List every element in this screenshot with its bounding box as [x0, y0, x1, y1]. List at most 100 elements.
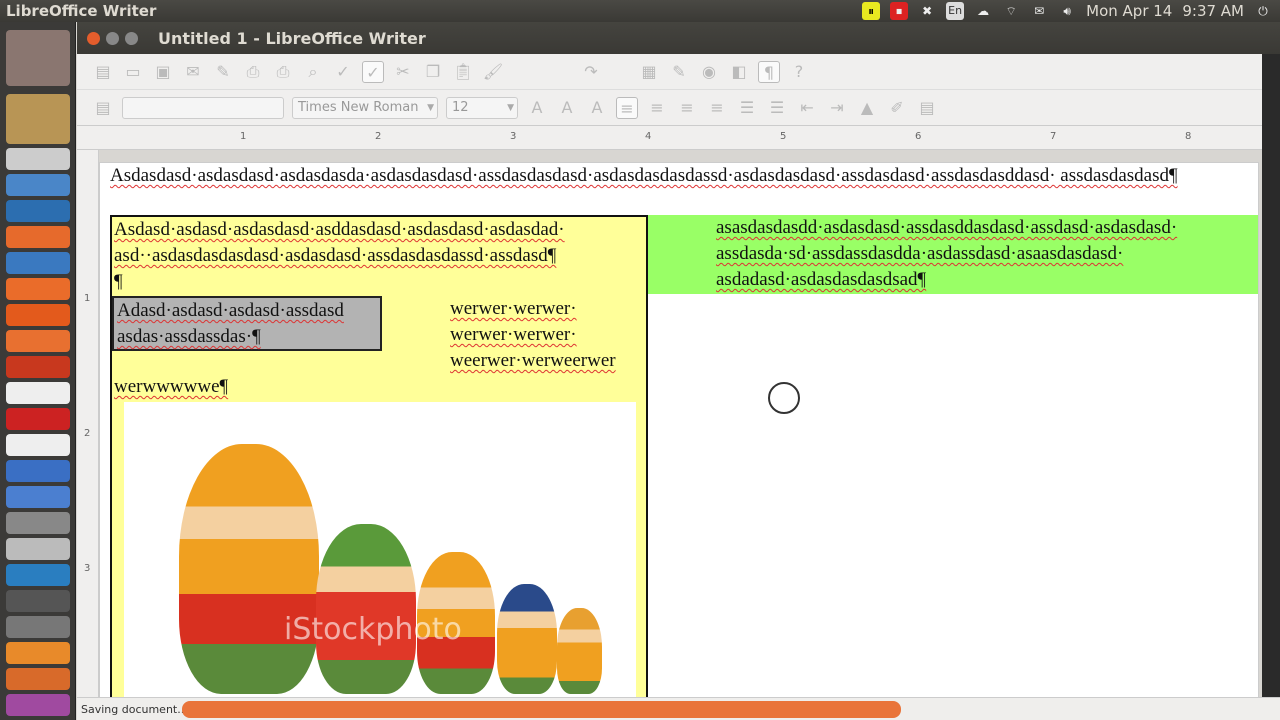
decrease-indent-icon[interactable]: ⇤ — [796, 97, 818, 119]
edit-file-icon[interactable]: ✎ — [212, 61, 234, 83]
paragraph[interactable]: werwwwwwe¶ — [114, 374, 228, 400]
pause-record-icon[interactable]: ⏸ — [862, 2, 881, 20]
maximize-button[interactable] — [125, 31, 138, 45]
paragraph[interactable]: Asdasd·asdasd·asdasdasd·asddasdasd·asdas… — [114, 217, 644, 269]
frame-text[interactable]: Asdasd·asdasd·asdasdasd·asddasdasd·asdas… — [114, 217, 644, 295]
spellcheck-icon[interactable]: ✓ — [332, 61, 354, 83]
navigator-icon[interactable]: ◉ — [698, 61, 720, 83]
launcher-app-icon[interactable] — [6, 252, 70, 274]
redo-icon[interactable]: ↷ — [580, 61, 602, 83]
autospellcheck-icon[interactable]: ✓ — [362, 60, 384, 83]
launcher-app-icon[interactable] — [6, 356, 70, 378]
yellow-frame[interactable]: Asdasd·asdasd·asdasdasd·asddasdasd·asdas… — [110, 215, 650, 700]
matryoshka-image[interactable]: iStockphoto — [124, 402, 636, 700]
paragraph-style-combo[interactable] — [122, 96, 284, 119]
formatting-toolbar: ▤ Times New Roman ▼ 12 ▼ A A A ≡ ≡ ≡ ≡ ☰ ☰… — [77, 90, 1262, 126]
paragraph[interactable]: Asdasdasd·asdasdasd·asdasdasda·asdasdasd… — [110, 163, 1240, 189]
open-icon[interactable]: ▭ — [122, 61, 144, 83]
grey-text-box[interactable]: Adasd·asdasd·asdasd·assdasd asdas·assdas… — [112, 296, 382, 351]
copy-icon[interactable]: ❐ — [422, 61, 444, 83]
font-name-combo[interactable]: Times New Roman ▼ — [292, 96, 438, 119]
full-circle-magazine-icon[interactable] — [6, 434, 70, 456]
file-search-icon[interactable] — [6, 94, 70, 144]
clone-formatting-icon[interactable]: 🖌︎ — [482, 61, 504, 83]
print-preview-icon[interactable]: ⌕ — [302, 61, 324, 83]
settings-icon[interactable] — [6, 538, 70, 560]
cut-icon[interactable]: ✂ — [392, 61, 414, 83]
draw-icon[interactable]: ✎ — [668, 61, 690, 83]
side-text[interactable]: werwer·werwer· werwer·werwer· weerwer·we… — [450, 296, 650, 374]
amazon-icon[interactable] — [6, 330, 70, 352]
full-circle-magazine-icon[interactable] — [6, 382, 70, 404]
launcher-app-icon[interactable] — [6, 486, 70, 508]
doll — [179, 444, 319, 694]
help-icon[interactable]: ? — [788, 61, 810, 83]
gallery-icon[interactable]: ◧ — [728, 61, 750, 83]
dropbox-icon[interactable]: ✖ — [918, 2, 936, 20]
email-icon[interactable]: ✉ — [182, 61, 204, 83]
launcher-app-icon[interactable] — [6, 512, 70, 534]
system-tray: ⏸ ⏹ ✖ En ☁ ⌔ ✉ 🔊︎ Mon Apr 14 9:37 AM ⏻ — [862, 0, 1272, 22]
cloud-icon[interactable]: ☁ — [974, 2, 992, 20]
ruler-mark: 2 — [84, 428, 91, 439]
keyboard-icon[interactable]: En — [946, 2, 965, 20]
increase-indent-icon[interactable]: ⇥ — [826, 97, 848, 119]
save-icon[interactable]: ▣ — [152, 61, 174, 83]
launcher-app-icon[interactable] — [6, 460, 70, 482]
launcher-app-icon[interactable] — [6, 694, 70, 716]
minimize-button[interactable] — [106, 31, 119, 45]
clock[interactable]: 9:37 AM — [1182, 2, 1244, 20]
font-color-icon[interactable]: ▲ — [856, 97, 878, 119]
linkedin-icon[interactable] — [6, 564, 70, 586]
power-icon[interactable]: ⏻ — [1254, 2, 1272, 20]
launcher-app-icon[interactable] — [6, 278, 70, 300]
font-size-combo[interactable]: 12 ▼ — [446, 96, 518, 119]
ruler-mark: 4 — [645, 131, 652, 142]
volume-icon[interactable]: 🔊︎ — [1058, 2, 1076, 20]
launcher-app-icon[interactable] — [6, 616, 70, 638]
window-titlebar: Untitled 1 - LibreOffice Writer — [77, 22, 1280, 54]
bold-icon[interactable]: A — [526, 97, 548, 119]
print-icon[interactable]: ⎙ — [272, 61, 294, 83]
justify-icon[interactable]: ≡ — [706, 97, 728, 119]
vertical-ruler[interactable]: 1 2 3 — [77, 150, 99, 697]
align-left-icon[interactable]: ≡ — [616, 96, 638, 119]
horizontal-ruler[interactable]: 1 2 3 4 5 6 7 8 — [77, 126, 1262, 150]
firefox-icon[interactable] — [6, 226, 70, 248]
background-color-icon[interactable]: ▤ — [916, 97, 938, 119]
green-frame[interactable]: asasdasdasdd·asdasdasd·assdasddasdasd·as… — [648, 215, 1258, 294]
vlc-icon[interactable] — [6, 642, 70, 664]
launcher-app-icon[interactable] — [6, 200, 70, 222]
dash-home-icon[interactable] — [6, 30, 70, 86]
launcher-app-icon[interactable] — [6, 148, 70, 170]
launcher-app-icon[interactable] — [6, 174, 70, 196]
youtube-icon[interactable] — [6, 408, 70, 430]
document-page[interactable]: Asdasdasd·asdasdasd·asdasdasda·asdasdasd… — [99, 162, 1259, 700]
underline-icon[interactable]: A — [586, 97, 608, 119]
formatting-marks-icon[interactable]: ¶ — [758, 60, 780, 83]
wifi-icon[interactable]: ⌔ — [1002, 2, 1020, 20]
align-right-icon[interactable]: ≡ — [676, 97, 698, 119]
launcher-app-icon[interactable] — [6, 590, 70, 612]
export-pdf-icon[interactable]: ⎙ — [242, 61, 264, 83]
ubuntu-software-icon[interactable] — [6, 304, 70, 326]
vertical-scrollbar[interactable] — [1262, 54, 1280, 697]
align-center-icon[interactable]: ≡ — [646, 97, 668, 119]
numbering-icon[interactable]: ☰ — [736, 97, 758, 119]
highlight-icon[interactable]: ✐ — [886, 97, 908, 119]
date[interactable]: Mon Apr 14 — [1086, 2, 1172, 20]
table-icon[interactable]: ▦ — [638, 61, 660, 83]
italic-icon[interactable]: A — [556, 97, 578, 119]
paste-icon[interactable]: 📋︎ — [452, 61, 474, 83]
window-title: Untitled 1 - LibreOffice Writer — [158, 28, 426, 48]
launcher-app-icon[interactable] — [6, 668, 70, 690]
mail-icon[interactable]: ✉ — [1030, 2, 1048, 20]
close-button[interactable] — [87, 31, 100, 45]
status-bar: Saving document... — [77, 697, 1280, 720]
empty-paragraph[interactable]: ¶ — [114, 269, 644, 295]
styles-icon[interactable]: ▤ — [92, 97, 114, 119]
frame-text[interactable]: asasdasdasdd·asdasdasd·assdasddasdasd·as… — [716, 215, 1256, 293]
new-document-icon[interactable]: ▤ — [92, 61, 114, 83]
bullets-icon[interactable]: ☰ — [766, 97, 788, 119]
stop-record-icon[interactable]: ⏹ — [890, 2, 909, 20]
